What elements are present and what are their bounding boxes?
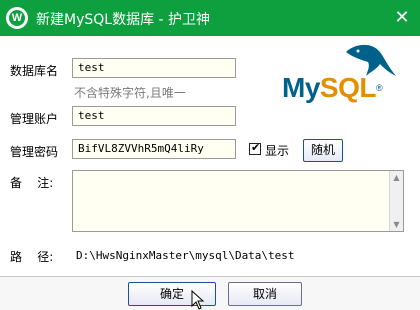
cursor-icon (191, 290, 205, 310)
cancel-button[interactable]: 取消 (228, 282, 302, 306)
password-input[interactable]: BifVL8ZVVhR5mQ4liRy (72, 139, 236, 159)
mysql-trademark: ® (375, 83, 383, 93)
path-value: D:\HwsNginxMaster\mysql\Data\test (76, 249, 295, 262)
scroll-down-icon[interactable]: ▼ (390, 218, 403, 231)
password-label: 管理密码 (10, 145, 59, 159)
close-icon[interactable]: ✕ (392, 8, 412, 28)
note-textarea[interactable]: ▲ ▼ (72, 170, 404, 232)
random-button[interactable]: 随机 (303, 139, 343, 162)
db-name-hint: 不含特殊字符,且唯一 (74, 86, 186, 100)
check-icon: ✔ (251, 141, 261, 154)
mysql-logo-my: My (282, 72, 320, 103)
db-name-input[interactable]: test (72, 58, 236, 78)
window-title: 新建MySQL数据库 - 护卫神 (36, 12, 211, 28)
mysql-logo: MySQL® (282, 42, 404, 106)
note-label: 备 注: (10, 176, 54, 190)
app-logo-letter: W (9, 10, 25, 26)
mysql-logo-sql: SQL (319, 72, 377, 103)
app-logo-icon: W (6, 7, 28, 29)
path-label: 路 径: (10, 250, 54, 264)
title-bar: W 新建MySQL数据库 - 护卫神 ✕ (0, 0, 420, 36)
scroll-up-icon[interactable]: ▲ (390, 171, 403, 184)
account-input[interactable]: test (72, 106, 236, 126)
note-scrollbar[interactable]: ▲ ▼ (389, 171, 403, 231)
db-name-label: 数据库名 (10, 64, 59, 78)
show-password-label: 显示 (265, 144, 290, 158)
account-label: 管理账户 (10, 112, 59, 126)
show-password-checkbox[interactable]: ✔ (249, 141, 261, 155)
